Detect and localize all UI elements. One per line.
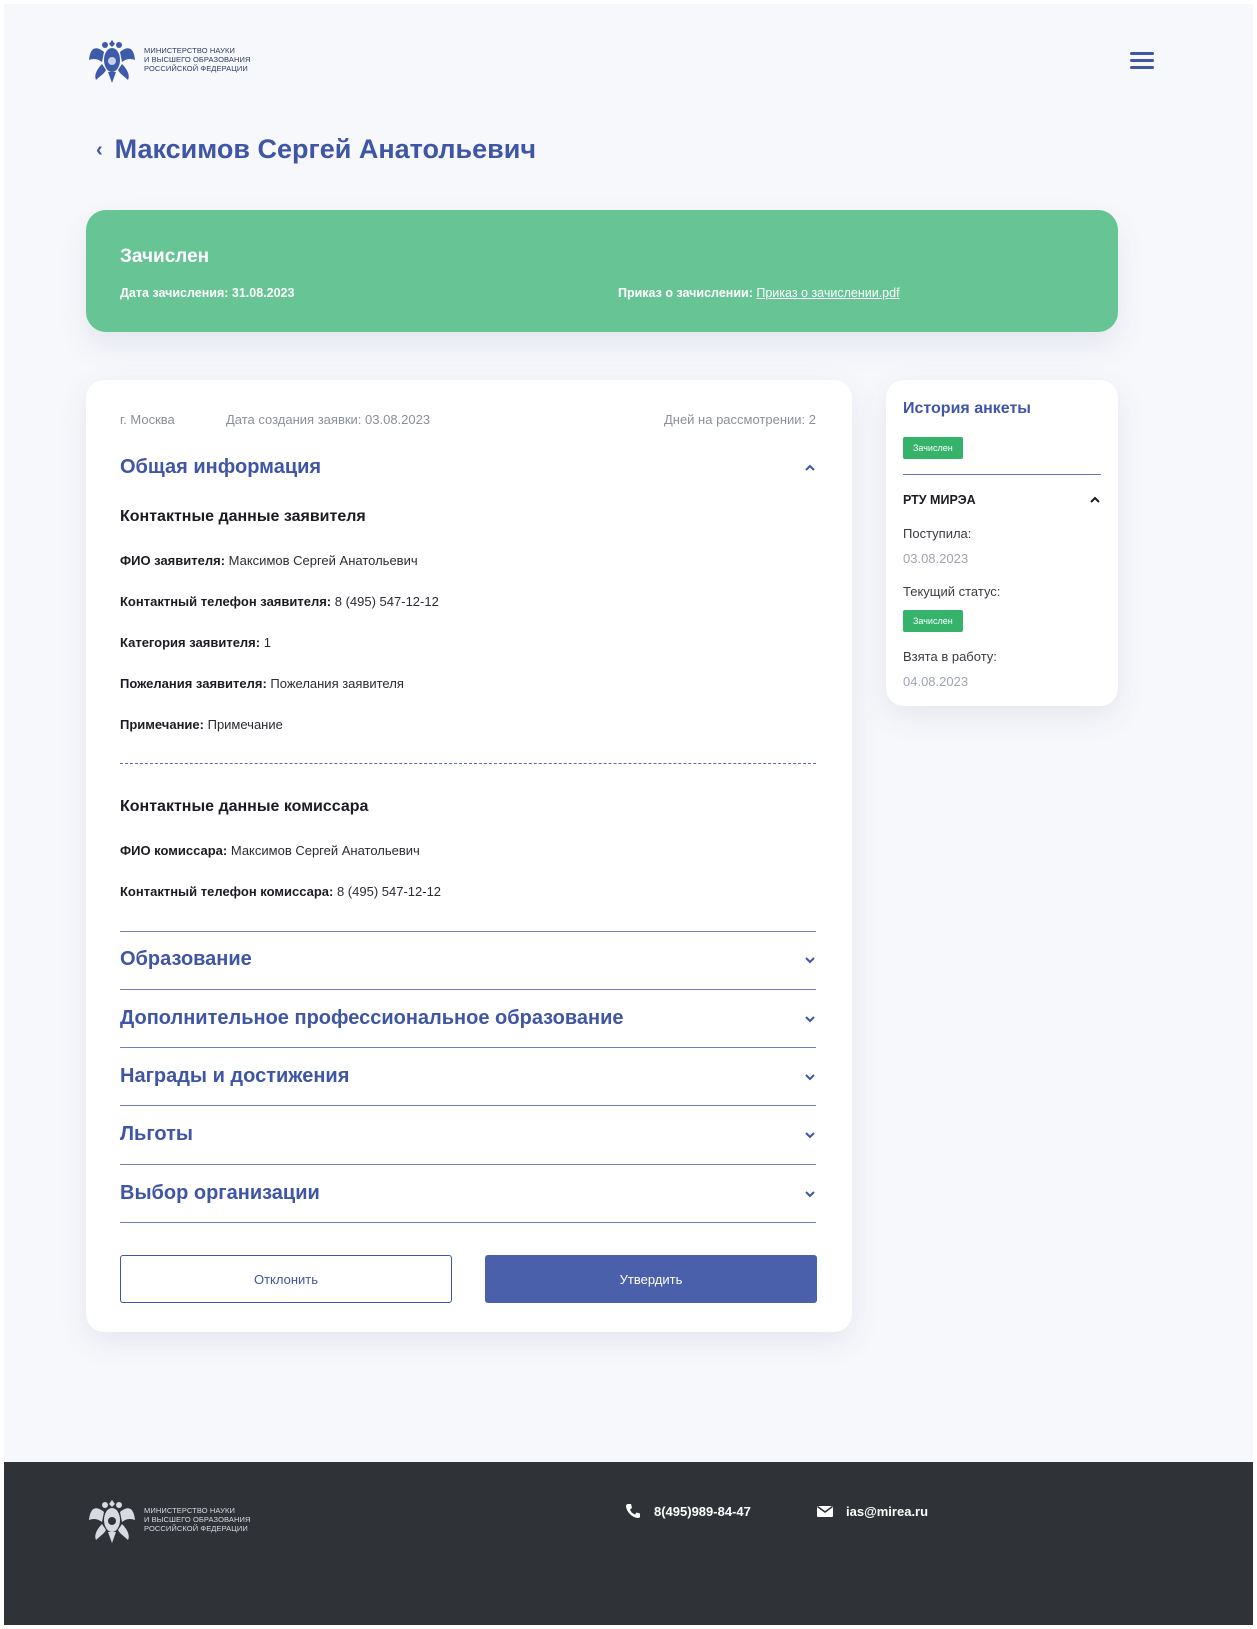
received-value: 03.08.2023 <box>903 551 969 566</box>
field-value: 8 (495) 547-12-12 <box>333 884 442 899</box>
commissar-heading: Контактные данные комиссара <box>120 798 369 815</box>
history-title: История анкеты <box>903 400 1031 417</box>
divider <box>120 1222 816 1223</box>
ministry-logo[interactable]: МИНИСТЕРСТВО НАУКИ И ВЫСШЕГО ОБРАЗОВАНИЯ… <box>88 34 1168 84</box>
section-title: Дополнительное профессиональное образова… <box>120 1007 624 1029</box>
city: г. Москва <box>120 412 175 427</box>
enrollment-order: Приказ о зачислении: Приказ о зачислении… <box>618 286 900 300</box>
footer-email[interactable]: ias@mirea.ru <box>816 1502 928 1520</box>
section-title: Образование <box>120 948 252 970</box>
org-name: РТУ МИРЭА <box>903 493 976 507</box>
menu-icon[interactable] <box>1130 52 1154 69</box>
section-title: Выбор организации <box>120 1182 320 1204</box>
field-value: Максимов Сергей Анатольевич <box>225 553 418 568</box>
coat-of-arms-icon <box>89 40 135 83</box>
chevron-down-icon <box>805 1131 815 1138</box>
field-value: Пожелания заявителя <box>266 676 404 691</box>
section-title: Награды и достижения <box>120 1065 350 1087</box>
field-value: Максимов Сергей Анатольевич <box>227 843 420 858</box>
footer-logo[interactable]: МИНИСТЕРСТВО НАУКИ И ВЫСШЕГО ОБРАЗОВАНИЯ… <box>88 1494 251 1544</box>
days-in-review: Дней на рассмотрении: 2 <box>663 412 816 427</box>
applicant-category-field: Категория заявителя: 1 <box>120 635 271 650</box>
logo-text: МИНИСТЕРСТВО НАУКИ И ВЫСШЕГО ОБРАЗОВАНИЯ… <box>144 1506 251 1533</box>
section-benefits[interactable]: Льготы <box>120 1123 816 1146</box>
taken-label: Взята в работу: <box>903 649 997 664</box>
history-card: История анкеты Зачислен РТУ МИРЭА Поступ… <box>886 380 1118 706</box>
chevron-down-icon <box>805 956 815 963</box>
title-row: ‹ Максимов Сергей Анатольевич <box>96 134 536 165</box>
section-education[interactable]: Образование <box>120 948 816 971</box>
taken-value: 04.08.2023 <box>903 674 969 689</box>
applicant-heading: Контактные данные заявителя <box>120 508 366 525</box>
footer-phone[interactable]: 8(495)989-84-47 <box>624 1502 751 1520</box>
divider <box>120 989 816 990</box>
chevron-left-icon[interactable]: ‹ <box>96 140 103 160</box>
application-card: г. Москва Дата создания заявки: 03.08.20… <box>86 380 852 1332</box>
field-value: Примечание <box>203 717 283 732</box>
page-title: Максимов Сергей Анатольевич <box>114 134 537 164</box>
status-card: Зачислен Дата зачисления: 31.08.2023 При… <box>86 210 1118 332</box>
applicant-wishes-field: Пожелания заявителя: Пожелания заявителя <box>120 676 404 691</box>
section-title: Общая информация <box>120 456 322 478</box>
field-label: Контактный телефон комиссара: <box>120 884 334 899</box>
chevron-up-icon <box>1090 496 1100 503</box>
logo-line: МИНИСТЕРСТВО НАУКИ <box>144 1505 235 1515</box>
commissar-phone-field: Контактный телефон комиссара: 8 (495) 54… <box>120 884 441 899</box>
mail-icon <box>817 1505 833 1517</box>
section-organization[interactable]: Выбор организации <box>120 1182 816 1205</box>
phone-icon <box>626 1504 640 1518</box>
coat-of-arms-icon <box>89 1500 135 1543</box>
reject-button[interactable]: Отклонить <box>120 1255 452 1303</box>
divider <box>120 1164 816 1165</box>
field-label: Примечание: <box>120 717 204 732</box>
created-date: Дата создания заявки: 03.08.2023 <box>226 412 431 427</box>
logo-line: И ВЫСШЕГО ОБРАЗОВАНИЯ <box>144 1514 251 1524</box>
email-address: ias@mirea.ru <box>846 1503 929 1519</box>
applicant-note-field: Примечание: Примечание <box>120 717 283 732</box>
logo-line: И ВЫСШЕГО ОБРАЗОВАНИЯ <box>144 54 251 64</box>
chevron-up-icon <box>805 464 815 471</box>
divider <box>120 931 816 932</box>
chevron-down-icon <box>805 1073 815 1080</box>
applicant-name-field: ФИО заявителя: Максимов Сергей Анатольев… <box>120 553 418 568</box>
field-label: ФИО комиссара: <box>120 843 228 858</box>
footer: МИНИСТЕРСТВО НАУКИ И ВЫСШЕГО ОБРАЗОВАНИЯ… <box>4 1462 1253 1625</box>
chevron-down-icon <box>805 1015 815 1022</box>
field-value: 8 (495) 547-12-12 <box>331 594 439 609</box>
field-label: Пожелания заявителя: <box>120 676 267 691</box>
header: МИНИСТЕРСТВО НАУКИ И ВЫСШЕГО ОБРАЗОВАНИЯ… <box>88 34 1168 84</box>
phone-number: 8(495)989-84-47 <box>654 1503 751 1519</box>
section-general[interactable]: Общая информация <box>120 456 816 479</box>
received-label: Поступила: <box>903 526 972 541</box>
org-toggle[interactable]: РТУ МИРЭА <box>903 493 1101 507</box>
enrollment-date: Дата зачисления: 31.08.2023 <box>120 286 295 300</box>
status-badge: Зачислен <box>903 610 963 632</box>
logo-line: РОССИЙСКОЙ ФЕДЕРАЦИИ <box>144 1523 248 1533</box>
logo-line: МИНИСТЕРСТВО НАУКИ <box>144 45 235 55</box>
logo-text: МИНИСТЕРСТВО НАУКИ И ВЫСШЕГО ОБРАЗОВАНИЯ… <box>144 46 251 73</box>
commissar-name-field: ФИО комиссара: Максимов Сергей Анатольев… <box>120 843 420 858</box>
section-awards[interactable]: Награды и достижения <box>120 1065 816 1088</box>
field-label: ФИО заявителя: <box>120 553 226 568</box>
logo-line: РОССИЙСКОЙ ФЕДЕРАЦИИ <box>144 63 248 73</box>
section-title: Льготы <box>120 1123 193 1145</box>
divider <box>120 1047 816 1048</box>
status-label: Текущий статус: <box>903 584 1001 599</box>
field-label: Категория заявителя: <box>120 635 261 650</box>
divider <box>903 474 1101 475</box>
order-label: Приказ о зачислении: <box>618 286 753 300</box>
applicant-phone-field: Контактный телефон заявителя: 8 (495) 54… <box>120 594 439 609</box>
chevron-down-icon <box>805 1190 815 1197</box>
field-label: Контактный телефон заявителя: <box>120 594 332 609</box>
status-badge: Зачислен <box>903 437 963 459</box>
approve-button[interactable]: Утвердить <box>485 1255 817 1303</box>
field-value: 1 <box>260 635 271 650</box>
order-link[interactable]: Приказ о зачислении.pdf <box>756 286 899 300</box>
dashed-divider <box>120 763 816 764</box>
section-additional-education[interactable]: Дополнительное профессиональное образова… <box>120 1007 816 1030</box>
divider <box>120 1105 816 1106</box>
status-title: Зачислен <box>120 246 210 267</box>
